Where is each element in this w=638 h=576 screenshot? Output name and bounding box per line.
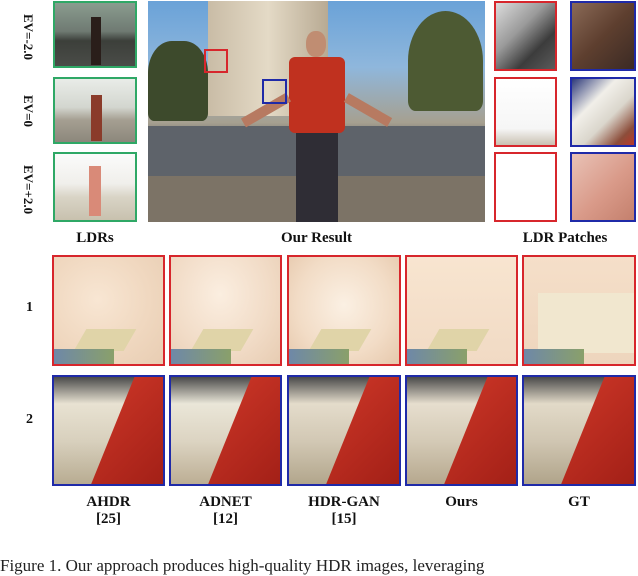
foliage [524, 349, 584, 364]
foliage [289, 349, 349, 364]
ldr-patch-red-ev-plus2 [494, 152, 557, 222]
row2-crop-ours [405, 375, 518, 486]
red-shirt-edge [559, 377, 634, 484]
red-shirt-edge [206, 377, 280, 484]
red-shirt-edge [442, 377, 516, 484]
ldr-thumb-ev-0 [53, 77, 137, 144]
ldr-patch-red-ev-0 [494, 77, 557, 147]
tree [408, 11, 483, 111]
red-shirt-edge [89, 377, 163, 484]
method-label-adnet: ADNET [12] [169, 494, 282, 528]
tree [148, 41, 208, 121]
row1-crop-gt [522, 255, 636, 366]
row2-crop-ahdr [52, 375, 165, 486]
method-name: ADNET [199, 494, 252, 510]
method-label-ours: Ours [405, 494, 518, 511]
building-block [538, 293, 634, 353]
label-ldr-patches: LDR Patches [522, 230, 608, 246]
foliage [407, 349, 467, 364]
person-legs [296, 133, 338, 222]
label-our-result: Our Result [281, 230, 352, 246]
person-head [306, 31, 326, 57]
building-edge [73, 329, 137, 351]
our-result-image [148, 1, 485, 222]
label-ldrs: LDRs [76, 230, 114, 246]
row-label-1: 1 [26, 300, 33, 315]
method-name: HDR-GAN [308, 494, 380, 510]
row2-crop-hdr-gan [287, 375, 401, 486]
row2-crop-gt [522, 375, 636, 486]
row1-crop-ahdr [52, 255, 165, 366]
ldr-thumb-person [91, 95, 102, 141]
ldr-thumb-ev-plus2 [53, 152, 137, 222]
ldr-thumb-ev-minus2 [53, 1, 137, 68]
ldr-patch-blue-ev-minus2 [570, 1, 636, 71]
building-edge [426, 329, 490, 351]
ldr-thumb-person [89, 166, 101, 216]
exposure-label-minus2: EV=-2.0 [21, 14, 36, 61]
ldr-patch-red-ev-minus2 [494, 1, 557, 71]
red-shirt-edge [324, 377, 399, 484]
row2-crop-adnet [169, 375, 282, 486]
zoom-box-blue [262, 79, 287, 104]
row1-crop-hdr-gan [287, 255, 401, 366]
method-label-ahdr: AHDR [25] [52, 494, 165, 528]
method-name: Ours [445, 494, 478, 510]
ldr-patch-blue-ev-plus2 [570, 152, 636, 222]
method-label-gt: GT [522, 494, 636, 511]
method-ref: [15] [331, 511, 357, 527]
person-arm-right [343, 93, 393, 127]
method-ref: [25] [96, 511, 121, 527]
building-edge [190, 329, 254, 351]
method-label-hdr-gan: HDR-GAN [15] [287, 494, 401, 528]
building-edge [308, 329, 372, 351]
row1-crop-adnet [169, 255, 282, 366]
exposure-label-plus2: EV=+2.0 [21, 165, 36, 215]
method-name: AHDR [86, 494, 131, 510]
zoom-box-red [204, 49, 228, 73]
foliage [54, 349, 114, 364]
ldr-patch-blue-ev-0 [570, 77, 636, 147]
row-label-2: 2 [26, 412, 33, 427]
exposure-label-0: EV=0 [21, 95, 36, 127]
method-name: GT [568, 494, 590, 510]
row1-crop-ours [405, 255, 518, 366]
ldr-thumb-person [91, 17, 101, 65]
method-ref: [12] [213, 511, 238, 527]
person-shirt [289, 57, 345, 133]
figure-caption: Figure 1. Our approach produces high-qua… [0, 556, 485, 575]
foliage [171, 349, 231, 364]
